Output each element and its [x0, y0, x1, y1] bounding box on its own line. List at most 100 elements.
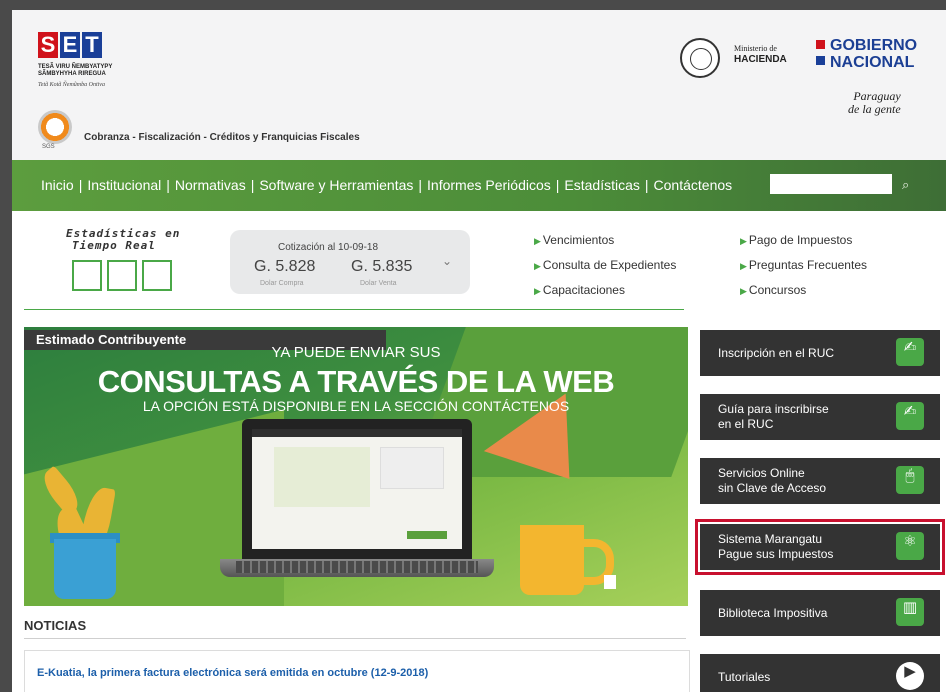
- gobierno-line2: NACIONAL: [830, 54, 915, 71]
- quick-link-pago-impuestos[interactable]: ▶ Pago de Impuestos: [740, 228, 867, 253]
- side-button-line1: Inscripción en el RUC: [718, 346, 835, 360]
- nav-items: Inicio | Institucional | Normativas | Software…: [41, 177, 732, 193]
- stats-title[interactable]: Estadísticas en Tiempo Real: [66, 228, 180, 252]
- atom-icon: ⚛: [896, 532, 924, 560]
- nav-separator: |: [418, 177, 423, 193]
- main-nav: Inicio | Institucional | Normativas | Software…: [12, 160, 946, 211]
- triangle-right-icon: ▶: [740, 286, 747, 296]
- laptop-keyboard: [236, 561, 478, 573]
- quick-link-label: Concursos: [748, 283, 807, 297]
- logo-tagline: TESÃ VIRU ÑEMBYATYPY SÃMBYHYHA RIREGUA: [38, 64, 113, 77]
- logo-letter-e: E: [60, 32, 80, 58]
- side-button-line2: Pague sus Impuestos: [718, 547, 834, 561]
- quick-link-consulta-expedientes[interactable]: ▶ Consulta de Expedientes: [534, 253, 676, 278]
- promo-banner[interactable]: Estimado Contribuyente YA PUEDE ENVIAR S…: [24, 327, 688, 606]
- screen-sidebar: [380, 447, 444, 489]
- play-icon: ▶: [896, 662, 924, 690]
- nav-item-normativas[interactable]: Normativas: [175, 177, 246, 193]
- triangle-right-icon: ▶: [740, 261, 747, 271]
- side-button-label: Tutoriales: [718, 670, 770, 685]
- banner-line3: LA OPCIÓN ESTÁ DISPONIBLE EN LA SECCIÓN …: [142, 398, 570, 414]
- triangle-right-icon: ▶: [740, 236, 747, 246]
- side-button-label: Sistema Marangatu Pague sus Impuestos: [718, 532, 833, 562]
- exchange-rate-title: Cotización al 10-09-18: [278, 242, 379, 253]
- search-input[interactable]: [770, 174, 892, 194]
- exchange-rate-sell-label: Dolar Venta: [360, 280, 397, 287]
- news-link[interactable]: E-Kuatia, la primera factura electrónica…: [37, 667, 428, 679]
- signature-icon: ✍: [896, 338, 924, 366]
- logo-letter-t: T: [82, 32, 102, 58]
- nav-separator: |: [78, 177, 83, 193]
- paraguay-line2: de la gente: [848, 102, 901, 116]
- page: SET TESÃ VIRU ÑEMBYATYPY SÃMBYHYHA RIREG…: [12, 10, 946, 692]
- nav-separator: |: [166, 177, 170, 193]
- banner-line1: YA PUEDE ENVIAR SUS: [271, 344, 441, 361]
- side-button-label: Inscripción en el RUC: [718, 346, 834, 361]
- quick-links-col2: ▶ Pago de Impuestos ▶ Preguntas Frecuentes…: [740, 228, 867, 303]
- gobierno-line1: GOBIERNO: [830, 37, 918, 54]
- national-seal-icon: [680, 38, 720, 78]
- side-button-line1: Biblioteca Impositiva: [718, 606, 828, 620]
- sgs-logo-icon: [38, 110, 72, 144]
- set-logo[interactable]: SET: [38, 32, 104, 58]
- side-button-inscripcion-ruc[interactable]: Inscripción en el RUC ✍: [700, 330, 940, 376]
- section-divider: [24, 309, 684, 310]
- flower-pot: [54, 539, 116, 599]
- side-button-guia-ruc[interactable]: Guía para inscribirse en el RUC ✍: [700, 394, 940, 440]
- nav-separator: |: [644, 177, 649, 193]
- nav-separator: |: [250, 177, 255, 193]
- quick-link-preguntas-frecuentes[interactable]: ▶ Preguntas Frecuentes: [740, 253, 867, 278]
- quick-link-concursos[interactable]: ▶ Concursos: [740, 278, 867, 303]
- mug-illustration: [520, 525, 584, 595]
- side-button-tutoriales[interactable]: Tutoriales ▶: [700, 654, 940, 692]
- gobierno-nacional-logo: GOBIERNO NACIONAL: [830, 37, 917, 71]
- stats-title-line2: Tiempo Real: [72, 239, 156, 252]
- stat-box[interactable]: [142, 260, 172, 291]
- signature-icon: ✍: [896, 402, 924, 430]
- red-square-icon: [816, 40, 825, 49]
- triangle-right-icon: ▶: [534, 261, 541, 271]
- books-icon: ▥: [896, 598, 924, 626]
- quick-link-label: Consulta de Expedientes: [542, 258, 677, 272]
- quick-link-capacitaciones[interactable]: ▶ Capacitaciones: [534, 278, 676, 303]
- side-button-biblioteca[interactable]: Biblioteca Impositiva ▥: [700, 590, 940, 636]
- side-button-line2: en el RUC: [718, 417, 774, 431]
- news-divider: [24, 638, 686, 639]
- side-button-line2: sin Clave de Acceso: [718, 481, 827, 495]
- screen-form: [274, 447, 370, 507]
- exchange-rate-widget[interactable]: Cotización al 10-09-18 G. 5.828 G. 5.835…: [230, 230, 470, 294]
- triangle-right-icon: ▶: [534, 286, 541, 296]
- quick-link-label: Preguntas Frecuentes: [748, 258, 867, 272]
- quick-link-vencimientos[interactable]: ▶ Vencimientos: [534, 228, 676, 253]
- logo-letter-s: S: [38, 32, 58, 58]
- gobierno-marks: [816, 40, 825, 72]
- stat-box[interactable]: [107, 260, 137, 291]
- nav-item-informes[interactable]: Informes Periódicos: [427, 177, 551, 193]
- side-button-label: Servicios Online sin Clave de Acceso: [718, 466, 826, 496]
- nav-item-institucional[interactable]: Institucional: [87, 177, 161, 193]
- side-button-line1: Tutoriales: [718, 670, 771, 684]
- nav-item-contactenos[interactable]: Contáctenos: [654, 177, 733, 193]
- exchange-rate-buy: G. 5.828: [254, 258, 316, 275]
- search-icon[interactable]: ⌕: [902, 178, 909, 193]
- site-header: SET TESÃ VIRU ÑEMBYATYPY SÃMBYHYHA RIREG…: [12, 10, 946, 160]
- banner-headline: CONSULTAS A TRAVÉS DE LA WEB: [97, 364, 615, 399]
- mouse-icon: 🖱: [896, 466, 924, 494]
- logo-subtagline: Tetã Kotã Ñemũmba Ontiva: [38, 82, 105, 88]
- side-button-servicios-online[interactable]: Servicios Online sin Clave de Acceso 🖱: [700, 458, 940, 504]
- side-button-label: Guía para inscribirse en el RUC: [718, 402, 829, 432]
- quick-link-label: Capacitaciones: [542, 283, 625, 297]
- sgs-label: SGS: [42, 144, 55, 150]
- side-button-sistema-marangatu[interactable]: Sistema Marangatu Pague sus Impuestos ⚛: [695, 519, 945, 575]
- laptop-screen: [252, 429, 462, 549]
- nav-item-inicio[interactable]: Inicio: [41, 177, 74, 193]
- nav-item-software[interactable]: Software y Herramientas: [259, 177, 413, 193]
- tea-tag: [604, 575, 616, 589]
- news-item: E-Kuatia, la primera factura electrónica…: [24, 650, 690, 692]
- chevron-down-icon[interactable]: ⌄: [442, 254, 452, 268]
- nav-item-estadisticas[interactable]: Estadísticas: [564, 177, 639, 193]
- quick-link-label: Pago de Impuestos: [748, 233, 853, 247]
- hacienda-label: HACIENDA: [734, 54, 787, 65]
- stat-box[interactable]: [72, 260, 102, 291]
- screen-button: [407, 531, 447, 539]
